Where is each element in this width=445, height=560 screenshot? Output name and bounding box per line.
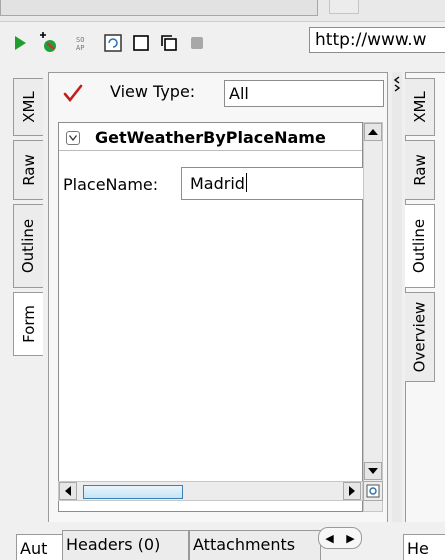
top-tab-fragment	[0, 0, 318, 16]
scroll-right-icon[interactable]	[343, 482, 361, 500]
svg-text:AP: AP	[76, 44, 84, 52]
scroll-up-icon[interactable]	[364, 123, 382, 141]
tab-form-left[interactable]: Form	[13, 292, 43, 356]
svg-text:SO: SO	[76, 36, 84, 44]
placename-label: PlaceName:	[63, 175, 159, 194]
panel-splitter[interactable]	[392, 72, 402, 552]
tab-raw-right[interactable]: Raw	[405, 140, 435, 200]
tab-attachments[interactable]: Attachments	[189, 530, 321, 560]
collapse-arrows-icon[interactable]	[393, 76, 401, 96]
validate-icon[interactable]	[63, 84, 83, 106]
tab-xml-left[interactable]: XML	[13, 78, 43, 136]
tab-headers[interactable]: Headers (0)	[62, 530, 189, 560]
soap-icon[interactable]: SO AP	[72, 31, 96, 55]
stop-icon[interactable]	[185, 31, 209, 55]
placename-input[interactable]: Madrid	[181, 167, 367, 200]
tab-raw-left[interactable]: Raw	[13, 140, 43, 200]
tab-left-icon[interactable]: ◀	[325, 532, 333, 545]
copy-icon[interactable]	[157, 31, 181, 55]
operation-name: GetWeatherByPlaceName	[95, 128, 326, 147]
top-box-fragment	[329, 0, 359, 14]
tab-outline-right[interactable]: Outline	[405, 204, 435, 288]
vertical-scrollbar[interactable]	[363, 122, 383, 512]
scroll-left-icon[interactable]	[59, 482, 77, 500]
view-type-select[interactable]: All	[224, 80, 384, 107]
endpoint-url-field[interactable]: http://www.w	[309, 27, 445, 53]
run-icon[interactable]	[8, 31, 32, 55]
tab-overview-right[interactable]: Overview	[405, 292, 435, 382]
top-strip	[0, 0, 445, 22]
collapse-icon[interactable]	[66, 131, 80, 145]
tab-xml-right[interactable]: XML	[405, 78, 435, 136]
tab-outline-left[interactable]: Outline	[13, 204, 43, 288]
add-assertion-icon[interactable]	[36, 31, 60, 55]
horizontal-scroll-thumb[interactable]	[83, 485, 183, 499]
tab-auth[interactable]: Aut	[16, 534, 64, 560]
screen-icon[interactable]	[101, 31, 125, 55]
tab-right-icon[interactable]: ▶	[346, 532, 354, 545]
scroll-down-icon[interactable]	[364, 462, 382, 480]
tab-headers-response[interactable]: He	[403, 534, 445, 560]
view-type-label: View Type:	[110, 82, 196, 101]
zoom-icon[interactable]	[363, 481, 383, 501]
tab-scroll-arrows[interactable]: ◀ ▶	[318, 527, 362, 549]
square-icon[interactable]	[129, 31, 153, 55]
